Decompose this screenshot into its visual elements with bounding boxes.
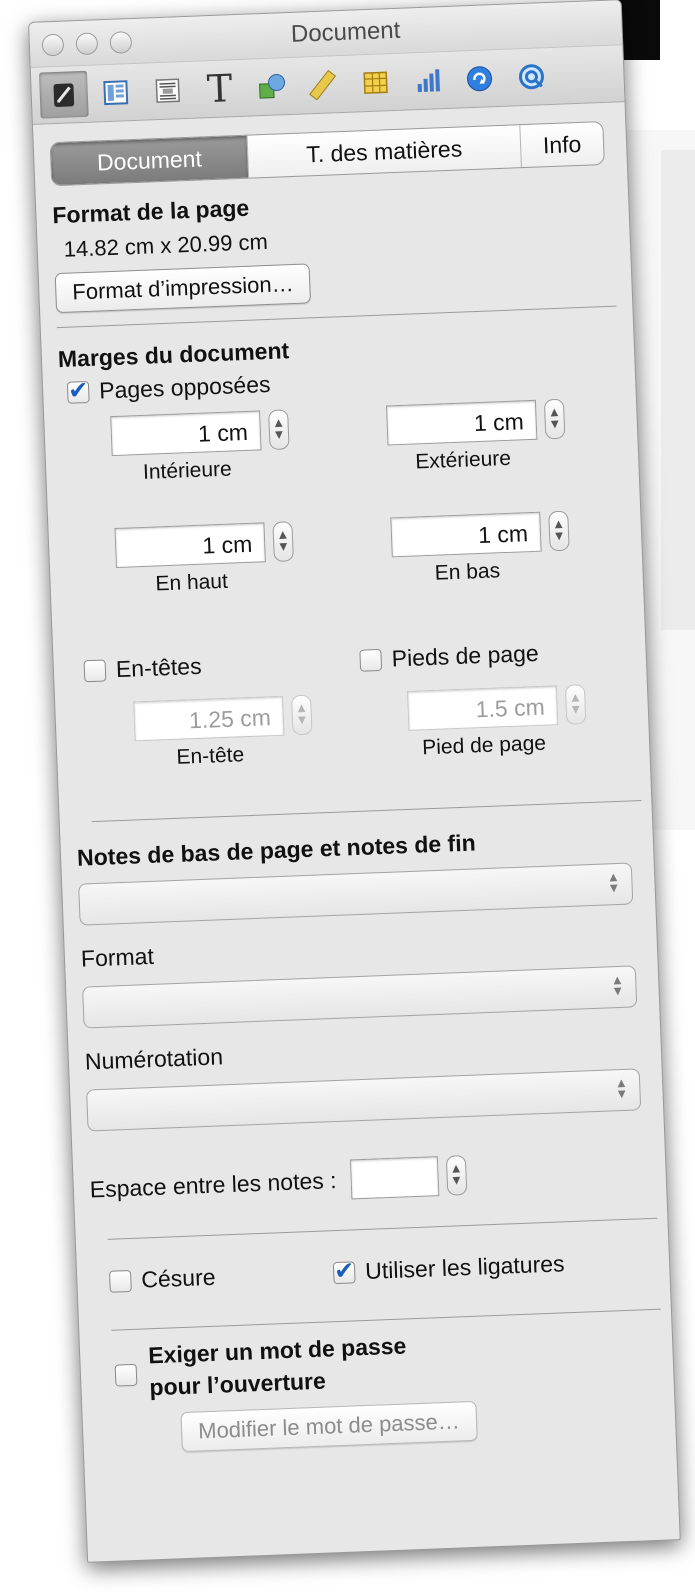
quicktime-inspector-icon bbox=[518, 64, 544, 90]
notes-spacing-label: Espace entre les notes : bbox=[89, 1166, 337, 1202]
stepper-down-icon: ▼ bbox=[550, 418, 559, 431]
stepper-down-icon: ▼ bbox=[571, 704, 580, 716]
ligatures-row[interactable]: Utiliser les ligatures bbox=[332, 1250, 565, 1286]
inspector-tabs: Document T. des matières Info bbox=[49, 120, 605, 187]
popup-arrows-icon: ▲ ▼ bbox=[613, 974, 622, 998]
top-margin-group: 1 cm ▲ ▼ En haut bbox=[114, 521, 295, 598]
notes-spacing-input[interactable] bbox=[349, 1156, 440, 1200]
popup-arrows-icon: ▲ ▼ bbox=[617, 1077, 626, 1101]
document-inspector-icon bbox=[53, 83, 75, 107]
ligatures-label: Utiliser les ligatures bbox=[364, 1250, 565, 1284]
stepper-down-icon: ▼ bbox=[452, 1175, 461, 1187]
top-margin-input[interactable]: 1 cm bbox=[114, 522, 266, 569]
text-inspector-icon: T bbox=[206, 66, 234, 112]
headers-label: En-têtes bbox=[115, 652, 202, 683]
bottom-margin-label: En bas bbox=[434, 559, 501, 585]
stepper-down-icon: ▼ bbox=[297, 714, 307, 727]
typography-options: Césure Utiliser les ligatures bbox=[92, 1219, 649, 1322]
footer-height-group: 1.5 cm ▲ ▼ Pied de page bbox=[406, 684, 588, 761]
footer-height-stepper[interactable]: ▲ ▼ bbox=[564, 684, 587, 725]
stepper-up-icon: ▲ bbox=[550, 406, 559, 419]
stepper-down-icon: ▼ bbox=[274, 429, 284, 441]
inner-margin-stepper[interactable]: ▲ ▼ bbox=[268, 409, 290, 451]
headers-checkbox[interactable] bbox=[83, 658, 107, 682]
top-margin-stepper[interactable]: ▲ ▼ bbox=[272, 521, 294, 562]
document-inspector-window: Document T Document T. des matières Info… bbox=[28, 0, 681, 1563]
tool-wrap[interactable] bbox=[143, 67, 193, 115]
notes-format-label: Format bbox=[80, 942, 155, 972]
bottom-margin-input[interactable]: 1 cm bbox=[390, 511, 542, 558]
require-password-label[interactable]: Exiger un mot de passe pour l’ouverture bbox=[148, 1329, 408, 1403]
wrap-inspector-icon bbox=[155, 78, 180, 103]
tool-link[interactable] bbox=[455, 55, 505, 103]
tab-table-of-contents[interactable]: T. des matières bbox=[246, 125, 521, 178]
header-height-group: 1.25 cm ▲ ▼ En-tête bbox=[133, 694, 314, 772]
header-footer-section: En-têtes Pieds de page 1.25 cm ▲ ▼ En-têt… bbox=[69, 617, 629, 808]
tool-chart[interactable] bbox=[403, 57, 453, 105]
stepper-up-icon: ▲ bbox=[297, 702, 306, 715]
tool-quicktime[interactable] bbox=[507, 53, 557, 101]
header-height-label: En-tête bbox=[176, 743, 245, 769]
headers-row[interactable]: En-têtes bbox=[83, 653, 202, 684]
tool-layout[interactable] bbox=[91, 69, 141, 117]
bottom-margin-stepper[interactable]: ▲ ▼ bbox=[548, 510, 570, 552]
header-height-stepper[interactable]: ▲ ▼ bbox=[291, 694, 313, 736]
outer-margin-stepper[interactable]: ▲ ▼ bbox=[543, 398, 566, 440]
footer-height-label: Pied de page bbox=[421, 731, 547, 760]
footers-checkbox[interactable] bbox=[359, 648, 383, 672]
popup-arrows-icon: ▲ ▼ bbox=[609, 872, 618, 895]
notes-format-popup[interactable]: ▲ ▼ bbox=[82, 965, 638, 1029]
top-margin-label: En haut bbox=[155, 569, 229, 596]
header-height-input[interactable]: 1.25 cm bbox=[133, 695, 285, 742]
metrics-inspector-icon bbox=[309, 69, 337, 101]
margin-fields: 1 cm ▲ ▼ Intérieure 1 cm ▲ ▼ Extérieure 1 … bbox=[60, 385, 622, 638]
layout-inspector-icon bbox=[103, 80, 129, 106]
table-inspector-icon bbox=[363, 71, 388, 94]
stepper-down-icon: ▼ bbox=[555, 530, 564, 543]
chart-inspector-icon bbox=[417, 69, 440, 93]
notes-type-popup[interactable]: ▲ ▼ bbox=[78, 862, 634, 926]
tool-text[interactable]: T bbox=[195, 65, 245, 113]
require-password-checkbox[interactable] bbox=[114, 1363, 138, 1387]
stepper-up-icon: ▲ bbox=[452, 1163, 461, 1175]
tab-info[interactable]: Info bbox=[519, 122, 604, 168]
inspector-content: Document T. des matières Info Format de … bbox=[33, 102, 677, 1482]
inner-margin-label: Intérieure bbox=[142, 457, 233, 484]
link-inspector-icon bbox=[467, 66, 493, 92]
graphic-inspector-icon bbox=[259, 74, 286, 99]
password-section: Exiger un mot de passe pour l’ouverture … bbox=[95, 1310, 654, 1481]
notes-numbering-label: Numérotation bbox=[84, 1043, 224, 1075]
outer-margin-input[interactable]: 1 cm bbox=[385, 399, 538, 446]
outer-margin-group: 1 cm ▲ ▼ Extérieure bbox=[385, 398, 567, 476]
stepper-up-icon: ▲ bbox=[274, 417, 283, 429]
notes-spacing-stepper[interactable]: ▲ ▼ bbox=[445, 1155, 468, 1196]
page-setup-button[interactable]: Format d’impression… bbox=[54, 263, 312, 314]
notes-numbering-popup[interactable]: ▲ ▼ bbox=[86, 1068, 642, 1132]
bottom-margin-group: 1 cm ▲ ▼ En bas bbox=[390, 510, 571, 588]
tool-graphic[interactable] bbox=[247, 63, 297, 111]
background-window-strip bbox=[661, 150, 695, 630]
hyphenation-row[interactable]: Césure bbox=[108, 1263, 216, 1295]
ligatures-checkbox[interactable] bbox=[332, 1260, 356, 1284]
notes-heading: Notes de bas de page et notes de fin bbox=[76, 829, 477, 871]
hyphenation-label: Césure bbox=[140, 1263, 216, 1293]
facing-pages-checkbox[interactable] bbox=[66, 380, 90, 404]
stepper-up-icon: ▲ bbox=[554, 518, 563, 531]
inner-margin-group: 1 cm ▲ ▼ Intérieure bbox=[110, 409, 291, 486]
stepper-up-icon: ▲ bbox=[278, 529, 287, 541]
tool-document[interactable] bbox=[38, 70, 89, 119]
footer-height-input[interactable]: 1.5 cm bbox=[406, 685, 559, 731]
outer-margin-label: Extérieure bbox=[414, 446, 512, 474]
change-password-button[interactable]: Modifier le mot de passe… bbox=[180, 1400, 478, 1453]
inner-margin-input[interactable]: 1 cm bbox=[110, 410, 262, 457]
tool-table[interactable] bbox=[351, 59, 401, 107]
stepper-down-icon: ▼ bbox=[279, 541, 288, 553]
stepper-up-icon: ▲ bbox=[571, 692, 580, 704]
tool-metrics[interactable] bbox=[299, 61, 349, 109]
tab-document[interactable]: Document bbox=[50, 135, 249, 186]
footers-label: Pieds de page bbox=[391, 639, 540, 672]
hyphenation-checkbox[interactable] bbox=[108, 1269, 132, 1293]
footers-row[interactable]: Pieds de page bbox=[359, 640, 539, 674]
notes-spacing-row: Espace entre les notes : ▲ ▼ bbox=[89, 1148, 644, 1209]
